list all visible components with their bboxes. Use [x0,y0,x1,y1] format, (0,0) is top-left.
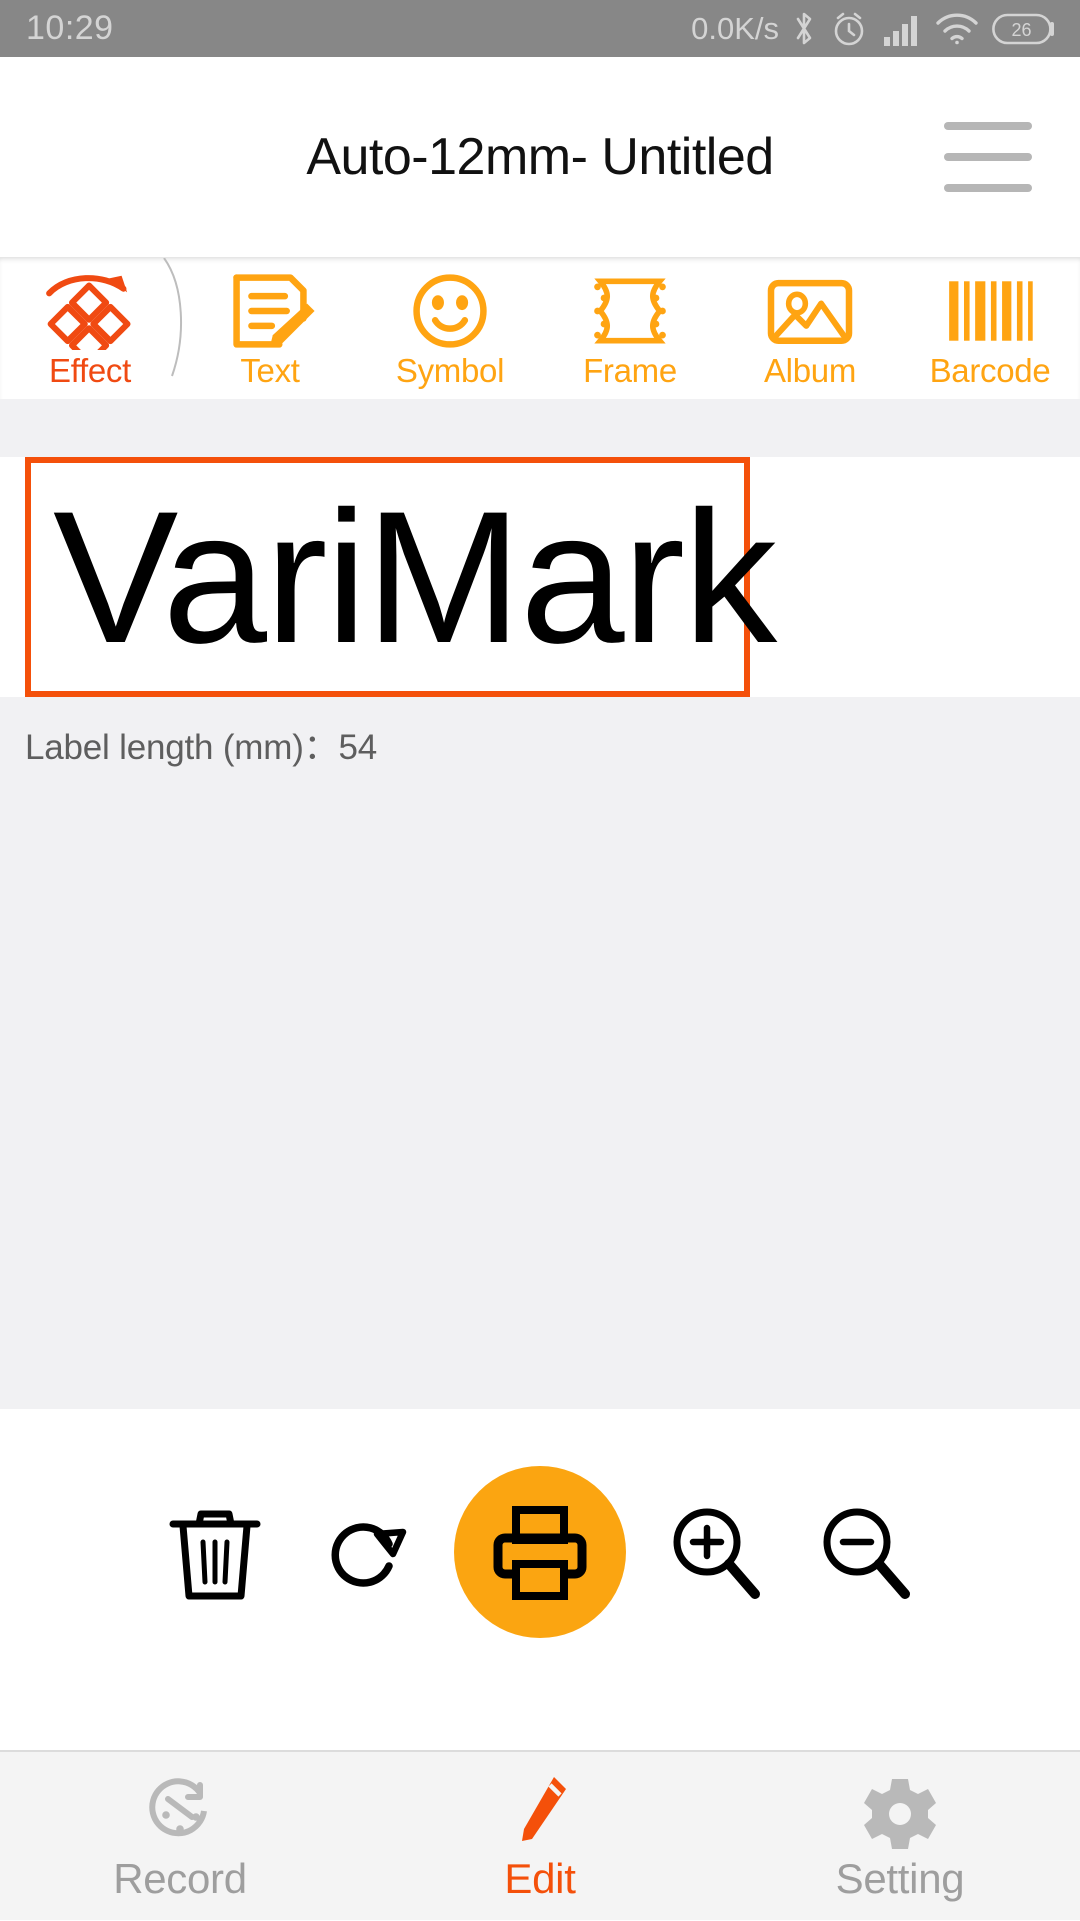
signal-icon [884,15,917,46]
nav-label-edit: Edit [504,1855,576,1902]
tool-item-effect[interactable]: Effect [0,258,183,400]
text-document-pencil-icon [222,272,318,350]
pencil-icon [502,1769,578,1849]
nav-item-edit[interactable]: Edit [360,1751,720,1921]
tool-label-barcode: Barcode [929,352,1051,389]
album-picture-icon [760,272,860,350]
tool-label-symbol: Symbol [395,352,505,389]
zoom-out-button[interactable] [790,1467,940,1637]
tool-item-symbol[interactable]: Symbol [360,258,540,400]
frame-icon [582,272,678,350]
zoom-out-icon [823,1508,910,1599]
menu-line [944,184,1032,192]
status-time: 10:29 [26,9,114,47]
tool-item-frame[interactable]: Frame [540,258,720,400]
menu-line [944,153,1032,161]
rotate-clockwise-icon [331,1522,407,1587]
nav-item-setting[interactable]: Setting [720,1751,1080,1921]
nav-label-setting: Setting [835,1855,965,1902]
zoom-in-icon [673,1508,760,1599]
hamburger-menu-icon[interactable] [932,111,1044,203]
history-clock-icon [142,1769,218,1849]
delete-button[interactable] [140,1467,290,1637]
battery-level-label: 26 [1011,20,1031,40]
tool-toolbar: Effect Text Symbol Frame Album Barcode [0,257,1080,399]
tool-label-effect: Effect [49,352,131,389]
nav-label-record: Record [113,1855,247,1902]
status-bar-icons: 0.0K/s 26 [691,9,1058,49]
tool-label-text: Text [240,352,300,389]
tool-item-text[interactable]: Text [180,258,360,400]
label-length-info: Label length (mm)：54 [25,728,377,767]
trash-icon [169,1510,261,1599]
bottom-navigation: Record Edit Setting [0,1750,1080,1920]
battery-icon: 26 [992,13,1054,44]
rotate-button[interactable] [290,1467,440,1637]
network-speed-label: 0.0K/s [691,10,779,46]
menu-line [944,122,1032,130]
tool-label-frame: Frame [583,352,677,389]
nav-item-record[interactable]: Record [0,1751,360,1921]
label-selection-box[interactable]: VariMark [25,457,777,697]
gear-icon [862,1769,938,1849]
page-title: Auto-12mm- Untitled [306,128,774,186]
symbol-smiley-icon [407,272,493,350]
bluetooth-icon [796,12,812,44]
label-canvas[interactable]: VariMark Label length (mm)：54 [0,399,1080,1409]
tool-item-album[interactable]: Album [720,258,900,400]
printer-icon [493,1505,587,1600]
print-button[interactable] [454,1465,626,1638]
status-bar: 10:29 0.0K/s 26 [0,0,1080,57]
alarm-icon [834,12,864,45]
tool-item-barcode[interactable]: Barcode [900,258,1080,400]
label-text-object[interactable]: VariMark [53,483,777,671]
tool-label-album: Album [763,352,857,389]
effect-diamonds-icon [38,272,142,350]
wifi-icon [936,12,978,44]
barcode-icon [940,272,1040,350]
zoom-in-button[interactable] [640,1467,790,1637]
action-bar [0,1409,1080,1694]
title-bar: Auto-12mm- Untitled [0,57,1080,257]
